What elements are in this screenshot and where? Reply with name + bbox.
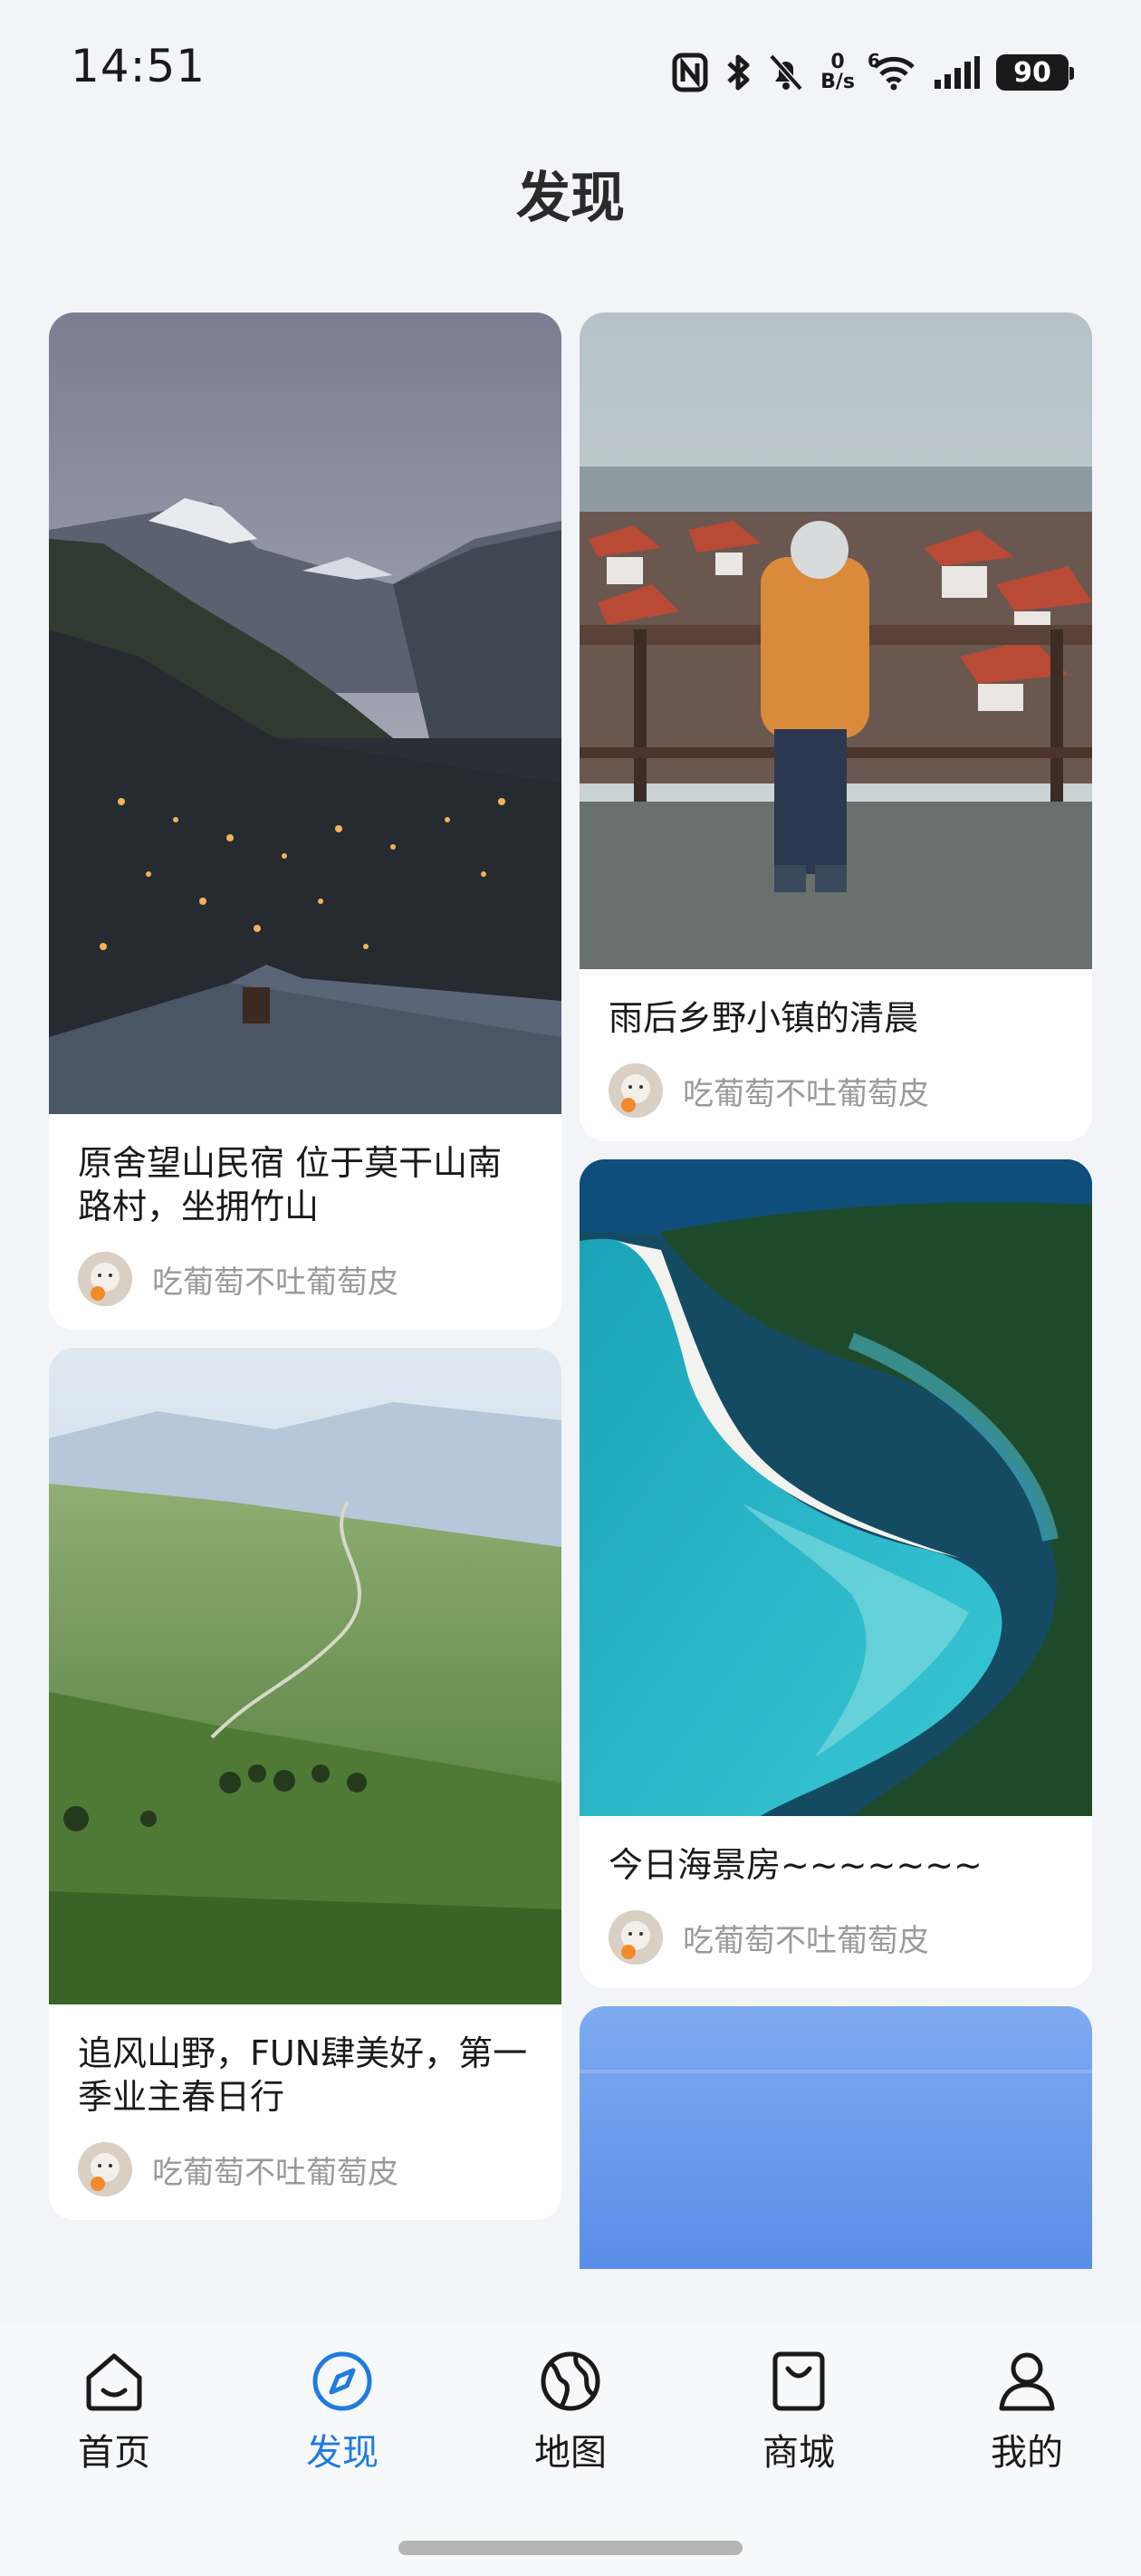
feed-card[interactable]: 雨后乡野小镇的清晨 吃葡萄不吐葡萄皮 xyxy=(580,312,1092,1141)
wifi-label: 6 xyxy=(868,50,880,72)
bottom-tab-bar: 首页 发现 地图 商城 我的 xyxy=(0,2323,1141,2576)
signal-icon xyxy=(933,50,980,95)
tab-label: 商城 xyxy=(762,2432,835,2474)
tab-home[interactable]: 首页 xyxy=(33,2323,196,2486)
feed-column-right: 雨后乡野小镇的清晨 吃葡萄不吐葡萄皮 今日海景房~~~~~~~ 吃葡萄不吐葡萄皮 xyxy=(580,312,1092,2269)
author-name: 吃葡萄不吐葡萄皮 xyxy=(152,1264,398,1301)
card-title: 原舍望山民宿 位于莫干山南路村，坐拥竹山 xyxy=(78,1143,503,1226)
status-bar: 14:51 0 B/s 6 90 xyxy=(0,0,1141,136)
globe-icon xyxy=(541,2351,600,2411)
net-speed-unit: B/s xyxy=(820,71,855,93)
battery-indicator: 90 xyxy=(996,54,1074,91)
feed-card[interactable] xyxy=(580,2006,1092,2269)
avatar xyxy=(609,1910,663,1965)
card-author[interactable]: 吃葡萄不吐葡萄皮 xyxy=(78,1252,532,1306)
page-title: 发现 xyxy=(516,167,625,230)
tab-profile[interactable]: 我的 xyxy=(945,2323,1108,2486)
person-icon xyxy=(999,2352,1055,2411)
feed-card[interactable]: 追风山野，FUN肆美好，第一季业主春日行 吃葡萄不吐葡萄皮 xyxy=(49,1348,561,2220)
nfc-icon xyxy=(672,50,708,95)
card-title: 今日海景房~~~~~~~ xyxy=(609,1845,983,1885)
feed-card[interactable]: 今日海景房~~~~~~~ 吃葡萄不吐葡萄皮 xyxy=(580,1159,1092,1988)
card-author[interactable]: 吃葡萄不吐葡萄皮 xyxy=(78,2142,532,2196)
feed-column-left: 原舍望山民宿 位于莫干山南路村，坐拥竹山 吃葡萄不吐葡萄皮 追风山野，FUN肆美… xyxy=(49,312,561,2238)
card-image-mountain-village xyxy=(49,312,561,1114)
compass-icon xyxy=(312,2351,372,2411)
net-speed: 0 B/s xyxy=(820,50,855,95)
card-image-aerial-beach xyxy=(580,1159,1092,1816)
shopping-bag-icon xyxy=(772,2351,825,2411)
tab-mall[interactable]: 商城 xyxy=(717,2323,880,2486)
card-image-green-hills xyxy=(49,1348,561,2004)
author-name: 吃葡萄不吐葡萄皮 xyxy=(683,1075,929,1112)
discover-feed[interactable]: 原舍望山民宿 位于莫干山南路村，坐拥竹山 吃葡萄不吐葡萄皮 追风山野，FUN肆美… xyxy=(0,312,1141,2269)
card-title: 雨后乡野小镇的清晨 xyxy=(609,998,919,1038)
avatar xyxy=(609,1063,663,1118)
card-author[interactable]: 吃葡萄不吐葡萄皮 xyxy=(609,1910,1063,1965)
status-time: 14:51 xyxy=(71,40,206,92)
bell-muted-icon xyxy=(768,50,804,95)
author-name: 吃葡萄不吐葡萄皮 xyxy=(683,1922,929,1959)
net-speed-value: 0 xyxy=(830,51,845,73)
status-icons: 0 B/s 6 90 xyxy=(672,45,1074,100)
tab-label: 我的 xyxy=(991,2432,1063,2474)
tab-label: 首页 xyxy=(78,2432,150,2474)
feed-card[interactable]: 原舍望山民宿 位于莫干山南路村，坐拥竹山 吃葡萄不吐葡萄皮 xyxy=(49,312,561,1330)
home-indicator[interactable] xyxy=(398,2541,743,2555)
home-icon xyxy=(86,2353,142,2411)
tab-label: 发现 xyxy=(306,2432,379,2474)
avatar xyxy=(78,1252,132,1306)
avatar xyxy=(78,2142,132,2196)
card-image-blue-sky xyxy=(580,2006,1092,2269)
author-name: 吃葡萄不吐葡萄皮 xyxy=(152,2154,398,2191)
card-title: 追风山野，FUN肆美好，第一季业主春日行 xyxy=(78,2033,528,2117)
card-author[interactable]: 吃葡萄不吐葡萄皮 xyxy=(609,1063,1063,1118)
wifi-icon: 6 xyxy=(868,50,916,95)
tab-discover[interactable]: 发现 xyxy=(261,2323,424,2486)
bluetooth-icon xyxy=(724,50,752,95)
card-image-child-town xyxy=(580,312,1092,969)
tab-map[interactable]: 地图 xyxy=(489,2323,652,2486)
tab-label: 地图 xyxy=(534,2432,607,2474)
